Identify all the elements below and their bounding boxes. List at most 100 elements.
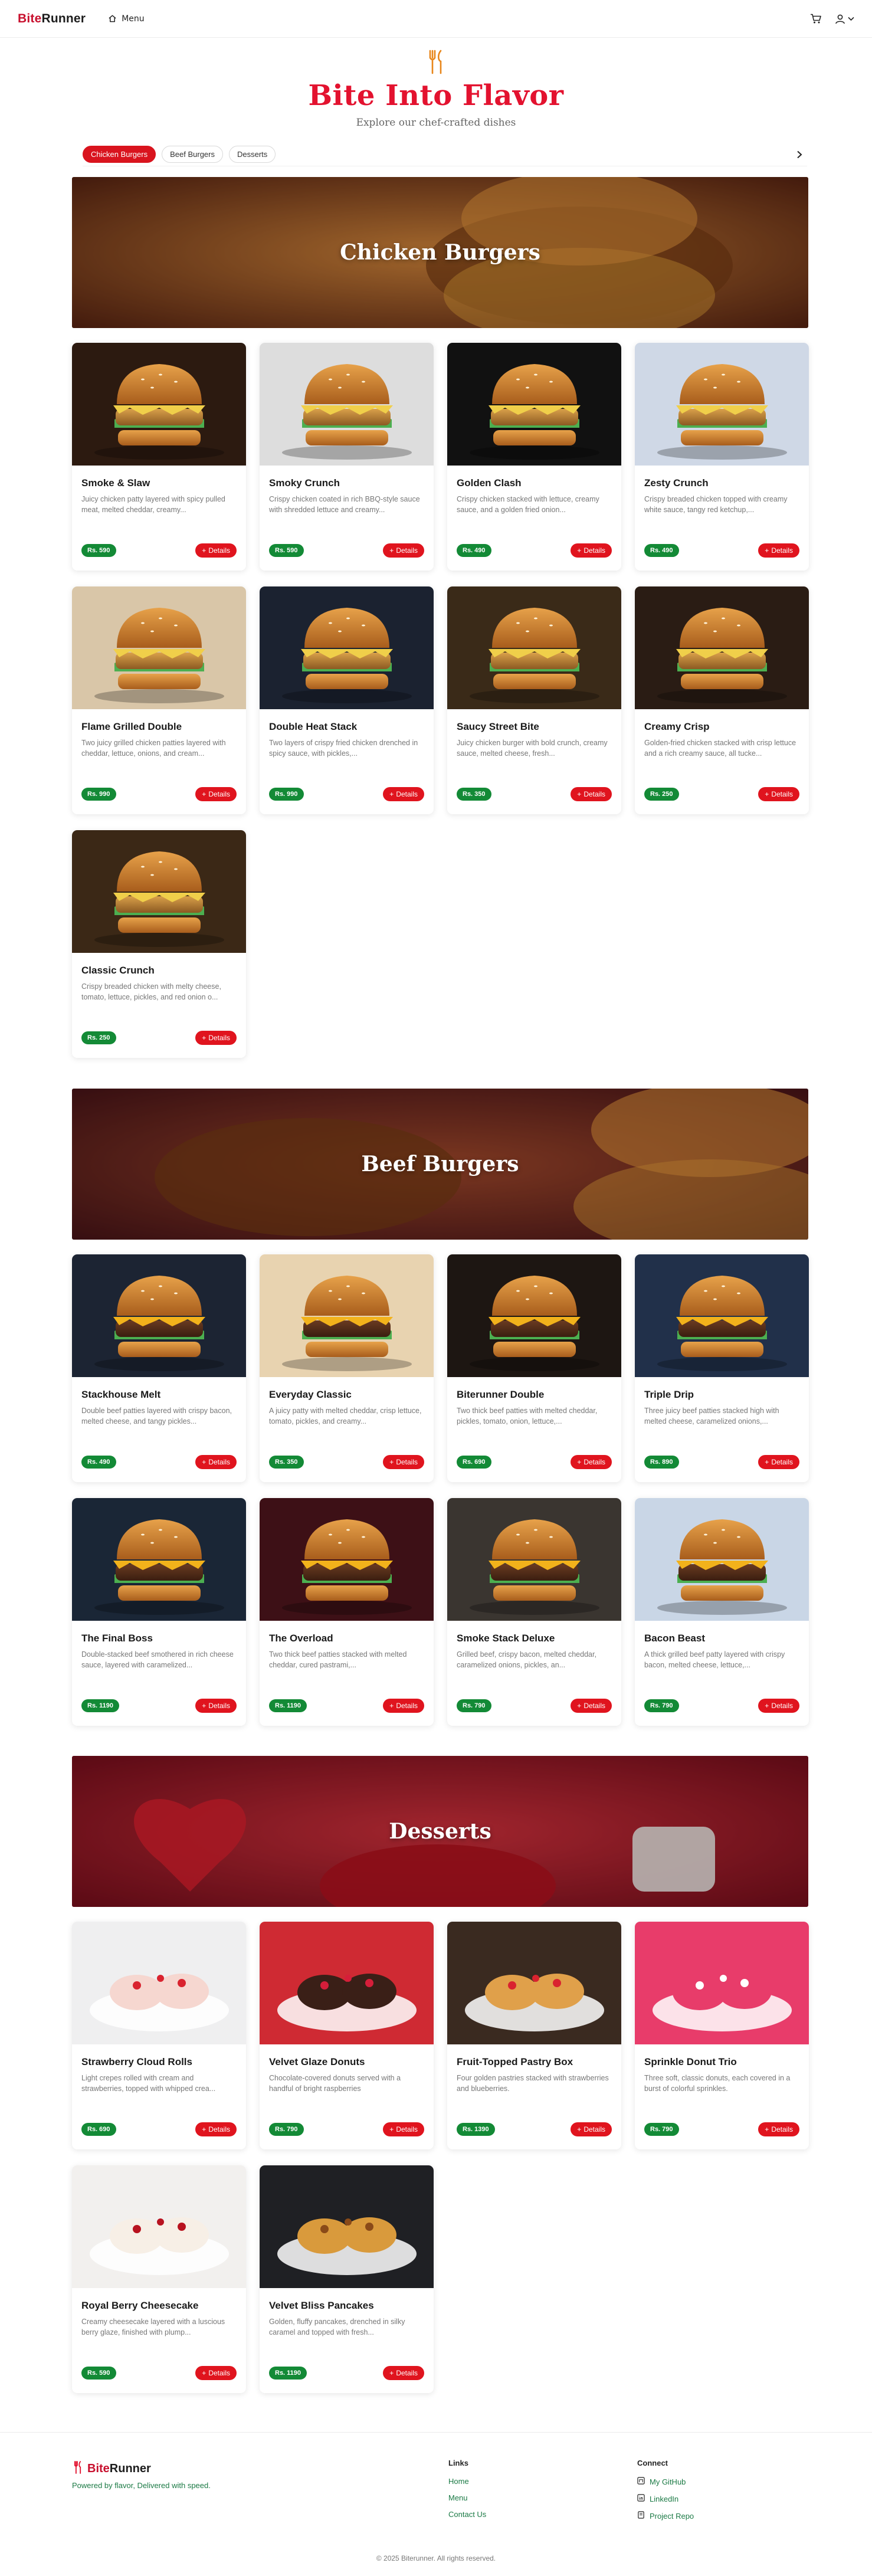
tab-desserts[interactable]: Desserts: [228, 146, 276, 163]
product-card[interactable]: Velvet Bliss Pancakes Golden, fluffy panc…: [260, 2165, 434, 2393]
details-button[interactable]: + Details: [758, 2122, 799, 2136]
chevron-down-icon: [848, 17, 854, 21]
product-image: [72, 586, 246, 709]
user-menu[interactable]: [835, 14, 854, 24]
details-button[interactable]: + Details: [571, 787, 612, 801]
details-button[interactable]: + Details: [571, 1455, 612, 1469]
details-label: Details: [771, 1458, 793, 1466]
price-badge: Rs. 250: [81, 1031, 116, 1044]
footer-link-contact[interactable]: Contact Us: [448, 2510, 486, 2519]
product-description: Creamy cheesecake layered with a lusciou…: [81, 2318, 225, 2337]
details-button[interactable]: + Details: [571, 543, 612, 558]
details-button[interactable]: + Details: [195, 1455, 237, 1469]
details-button[interactable]: + Details: [383, 1699, 424, 1713]
details-button[interactable]: + Details: [383, 2122, 424, 2136]
product-body: Sprinkle Donut Trio Three soft, classic d…: [635, 2044, 809, 2094]
details-button[interactable]: + Details: [571, 2122, 612, 2136]
product-name: Biterunner Double: [457, 1389, 545, 1400]
plus-icon: +: [389, 1458, 394, 1466]
product-card[interactable]: The Overload Two thick beef patties stack…: [260, 1498, 434, 1726]
product-image: [72, 343, 246, 466]
section-title: Desserts: [389, 1819, 491, 1844]
details-button[interactable]: + Details: [383, 1455, 424, 1469]
product-card[interactable]: Stackhouse Melt Double beef patties layer…: [72, 1254, 246, 1482]
menu-label: Menu: [122, 14, 145, 24]
price-badge: Rs. 590: [269, 544, 304, 557]
product-image: [635, 343, 809, 466]
details-button[interactable]: + Details: [195, 2122, 237, 2136]
product-card[interactable]: Creamy Crisp Golden-fried chicken stacked…: [635, 586, 809, 814]
details-button[interactable]: + Details: [383, 787, 424, 801]
product-card[interactable]: Triple Drip Three juicy beef patties stac…: [635, 1254, 809, 1482]
product-body: Bacon Beast A thick grilled beef patty la…: [635, 1621, 809, 1670]
product-card[interactable]: Saucy Street Bite Juicy chicken burger wi…: [447, 586, 621, 814]
product-card[interactable]: Biterunner Double Two thick beef patties …: [447, 1254, 621, 1482]
details-button[interactable]: + Details: [758, 543, 799, 558]
product-image: [635, 1254, 809, 1377]
details-button[interactable]: + Details: [758, 787, 799, 801]
product-image: [72, 2165, 246, 2288]
footer-link-home[interactable]: Home: [448, 2477, 486, 2486]
product-card[interactable]: Zesty Crunch Crispy breaded chicken toppe…: [635, 343, 809, 571]
price-badge: Rs. 350: [457, 788, 491, 801]
details-label: Details: [771, 546, 793, 555]
price-badge: Rs. 250: [644, 788, 679, 801]
product-body: Fruit-Topped Pastry Box Four golden pastr…: [447, 2044, 621, 2094]
product-description: Crispy breaded chicken topped with cream…: [644, 495, 788, 514]
details-button[interactable]: + Details: [195, 1699, 237, 1713]
tab-chicken-burgers[interactable]: Chicken Burgers: [83, 146, 156, 163]
product-image: [635, 1922, 809, 2044]
product-card[interactable]: Strawberry Cloud Rolls Light crepes rolle…: [72, 1922, 246, 2149]
category-tabs: Chicken Burgers Beef Burgers Desserts: [83, 143, 807, 166]
details-button[interactable]: + Details: [383, 543, 424, 558]
details-button[interactable]: + Details: [195, 787, 237, 801]
cart-icon[interactable]: [810, 14, 822, 24]
product-name: Classic Crunch: [81, 965, 155, 976]
product-card[interactable]: Classic Crunch Crispy breaded chicken wit…: [72, 830, 246, 1058]
details-label: Details: [583, 1702, 605, 1710]
chevron-right-icon[interactable]: [796, 150, 802, 159]
product-name: Sprinkle Donut Trio: [644, 2056, 737, 2067]
details-button[interactable]: + Details: [758, 1699, 799, 1713]
details-button[interactable]: + Details: [383, 2366, 424, 2380]
brand-logo[interactable]: BiteRunner: [18, 12, 86, 26]
product-footer: Rs. 990 + Details: [81, 787, 237, 801]
product-footer: Rs. 590 + Details: [81, 2366, 237, 2380]
footer-brand-part-2: Runner: [109, 2462, 151, 2475]
details-button[interactable]: + Details: [571, 1699, 612, 1713]
menu-link[interactable]: Menu: [108, 14, 145, 24]
product-card[interactable]: Smoke Stack Deluxe Grilled beef, crispy b…: [447, 1498, 621, 1726]
product-card[interactable]: Smoke & Slaw Juicy chicken patty layered …: [72, 343, 246, 571]
footer-link-linkedin[interactable]: LinkedIn: [637, 2494, 694, 2503]
product-card[interactable]: Smoky Crunch Crispy chicken coated in ric…: [260, 343, 434, 571]
details-button[interactable]: + Details: [758, 1455, 799, 1469]
details-button[interactable]: + Details: [195, 1031, 237, 1045]
product-card[interactable]: Flame Grilled Double Two juicy grilled ch…: [72, 586, 246, 814]
product-body: Everyday Classic A juicy patty with melte…: [260, 1377, 434, 1427]
product-name: Smoke Stack Deluxe: [457, 1633, 555, 1644]
product-name: Velvet Glaze Donuts: [269, 2056, 365, 2067]
product-card[interactable]: Fruit-Topped Pastry Box Four golden pastr…: [447, 1922, 621, 2149]
fork-knife-icon: [72, 2461, 84, 2476]
details-label: Details: [208, 1702, 230, 1710]
footer-brand[interactable]: BiteRunner: [72, 2461, 151, 2476]
footer-link-github[interactable]: My GitHub: [637, 2477, 694, 2486]
section-title: Chicken Burgers: [340, 240, 540, 265]
price-badge: Rs. 1390: [457, 2123, 495, 2136]
product-card[interactable]: Double Heat Stack Two layers of crispy fr…: [260, 586, 434, 814]
product-card[interactable]: Golden Clash Crispy chicken stacked with …: [447, 343, 621, 571]
footer-link-menu[interactable]: Menu: [448, 2493, 486, 2502]
tab-beef-burgers[interactable]: Beef Burgers: [162, 146, 223, 163]
product-image: [260, 343, 434, 466]
product-card[interactable]: Sprinkle Donut Trio Three soft, classic d…: [635, 1922, 809, 2149]
details-button[interactable]: + Details: [195, 2366, 237, 2380]
footer-link-repo[interactable]: Project Repo: [637, 2511, 694, 2521]
plus-icon: +: [765, 790, 769, 798]
product-card[interactable]: Velvet Glaze Donuts Chocolate-covered don…: [260, 1922, 434, 2149]
details-button[interactable]: + Details: [195, 543, 237, 558]
product-card[interactable]: Everyday Classic A juicy patty with melte…: [260, 1254, 434, 1482]
product-card[interactable]: Royal Berry Cheesecake Creamy cheesecake …: [72, 2165, 246, 2393]
plus-icon: +: [577, 1458, 582, 1466]
product-card[interactable]: Bacon Beast A thick grilled beef patty la…: [635, 1498, 809, 1726]
product-card[interactable]: The Final Boss Double-stacked beef smothe…: [72, 1498, 246, 1726]
